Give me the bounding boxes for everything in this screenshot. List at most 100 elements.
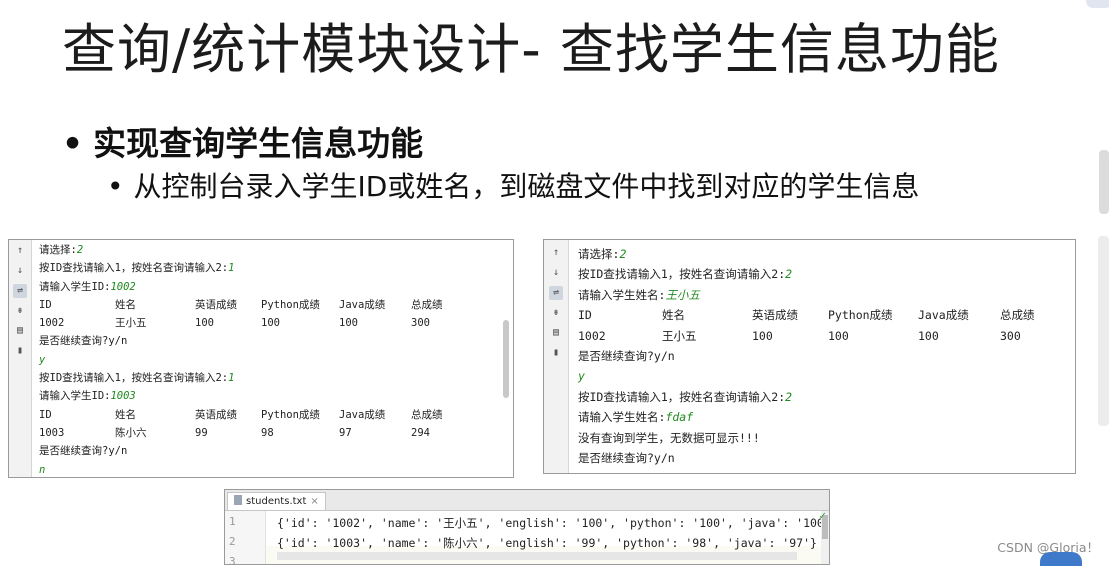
console-user-input: n — [39, 463, 46, 476]
console-table-row: 1002 王小五 100 100 100 300 — [39, 314, 461, 332]
console-table-cell: Java成绩 — [918, 308, 969, 323]
console-panel-right: ↑ ↓ ⇌ ⇟ ▤ ▮ 请选择:2 按ID查找请输入1，按姓名查询请输入2:2 请输… — [543, 239, 1076, 474]
console-table-cell: ID — [39, 408, 52, 421]
arrow-up-icon[interactable]: ↑ — [13, 244, 27, 258]
bullet-main: • 实现查询学生信息功能 — [62, 122, 423, 166]
tab-students-txt[interactable]: students.txt × — [227, 492, 326, 510]
console-table-cell: 100 — [195, 317, 214, 330]
trash-icon[interactable]: ▮ — [549, 346, 563, 360]
print-icon[interactable]: ▤ — [13, 324, 27, 338]
console-line: y — [578, 366, 1056, 386]
console-table-cell: Java成绩 — [339, 298, 386, 311]
console-table-cell: 294 — [411, 426, 430, 439]
console-table-cell: 100 — [339, 317, 358, 330]
console-line: 按ID查找请输入1，按姓名查询请输入2:1 — [39, 369, 461, 387]
console-prompt: 是否继续查询?y/n — [39, 335, 128, 348]
line-number: 3 — [229, 555, 236, 565]
arrow-down-icon[interactable]: ↓ — [13, 264, 27, 278]
bullet-sub: • 从控制台录入学生ID或姓名，到磁盘文件中找到对应的学生信息 — [107, 168, 919, 206]
file-icon — [234, 495, 242, 505]
console-prompt: 请输入学生姓名: — [578, 287, 666, 302]
arrow-up-icon[interactable]: ↑ — [549, 246, 563, 260]
console-table-cell: 1002 — [578, 328, 606, 343]
console-table-cell: 100 — [261, 317, 280, 330]
console-table-row: ID 姓名 英语成绩 Python成绩 Java成绩 总成绩 — [578, 305, 1056, 325]
console-table-cell: 姓名 — [662, 308, 685, 323]
wrap-icon[interactable]: ⇌ — [549, 286, 563, 300]
console-line: 请输入学生姓名:fdaf — [578, 407, 1056, 427]
console-table-cell: 姓名 — [115, 408, 136, 421]
scroll-end-icon[interactable]: ⇟ — [549, 306, 563, 320]
console-scrollbar[interactable] — [503, 320, 509, 398]
console-table-cell: 98 — [261, 426, 274, 439]
console-table-cell: 100 — [918, 328, 939, 343]
console-prompt: 没有查询到学生，无数据可显示!!! — [578, 430, 760, 445]
console-user-input: 1 — [228, 262, 235, 275]
console-table-cell: 总成绩 — [411, 298, 443, 311]
console-line: 请选择:2 — [578, 244, 1056, 264]
console-table-row: ID 姓名 英语成绩 Python成绩 Java成绩 总成绩 — [39, 406, 461, 424]
console-line: 没有查询到学生，无数据可显示!!! — [578, 428, 1056, 448]
console-line: 按ID查找请输入1，按姓名查询请输入2:2 — [578, 387, 1056, 407]
line-number: 2 — [229, 535, 236, 548]
console-table-cell: ID — [39, 298, 52, 311]
console-user-input: 2 — [619, 247, 627, 261]
console-table-cell: ID — [578, 308, 592, 323]
console-table-row: ID 姓名 英语成绩 Python成绩 Java成绩 总成绩 — [39, 296, 461, 314]
horizontal-scrollbar[interactable] — [277, 552, 797, 560]
console-line: n — [39, 461, 461, 479]
console-prompt: 按ID查找请输入1，按姓名查询请输入2: — [578, 267, 786, 282]
bullet-sub-text: 从控制台录入学生ID或姓名，到磁盘文件中找到对应的学生信息 — [133, 170, 920, 203]
check-icon: ✓ — [818, 511, 827, 522]
console-line: 请选择:2 — [39, 241, 461, 259]
console-line: 是否继续查询?y/n — [578, 448, 1056, 468]
console-prompt: 按ID查找请输入1，按姓名查询请输入2: — [39, 262, 229, 275]
watermark: CSDN @Gloria！ — [997, 540, 1099, 555]
arrow-down-icon[interactable]: ↓ — [549, 266, 563, 280]
console-table-cell: 姓名 — [115, 298, 136, 311]
console-line: 是否继续查询?y/n — [39, 442, 461, 460]
scroll-end-icon[interactable]: ⇟ — [13, 304, 27, 318]
line-number-gutter: 1 2 3 — [225, 511, 266, 564]
console-table-cell: 王小五 — [115, 317, 147, 330]
console-table-cell: 英语成绩 — [195, 408, 237, 421]
editor-tab-bar: students.txt × — [225, 490, 829, 511]
page-scrollbar-track[interactable] — [1098, 236, 1109, 426]
console-line: 按ID查找请输入1，按姓名查询请输入2:1 — [39, 259, 461, 277]
wrap-icon[interactable]: ⇌ — [13, 284, 27, 298]
console-prompt: 按ID查找请输入1，按姓名查询请输入2: — [39, 372, 229, 385]
corner-decoration — [1086, 0, 1109, 8]
bullet-dot-icon: • — [62, 124, 84, 163]
console-table-cell: 100 — [752, 328, 773, 343]
print-icon[interactable]: ▤ — [549, 326, 563, 340]
console-table-cell: 总成绩 — [411, 408, 443, 421]
close-icon[interactable]: × — [310, 496, 318, 507]
console-prompt: 请选择: — [39, 244, 77, 256]
console-prompt: 是否继续查询?y/n — [578, 450, 675, 465]
console-prompt: 是否继续查询?y/n — [39, 445, 128, 458]
code-line[interactable]: {'id': '1002', 'name': '王小五', 'english':… — [277, 515, 829, 531]
console-table-cell: 100 — [828, 328, 849, 343]
console-table-cell: Python成绩 — [261, 408, 320, 421]
console-table-cell: 王小五 — [662, 328, 697, 343]
console-user-input: 1 — [228, 372, 235, 385]
trash-icon[interactable]: ▮ — [13, 344, 27, 358]
console-prompt: 请输入学生ID: — [39, 280, 111, 293]
console-table-cell: 300 — [1000, 328, 1021, 343]
console-table-cell: Python成绩 — [828, 308, 893, 323]
console-user-input: 2 — [785, 267, 793, 282]
slide-title: 查询/统计模块设计- 查找学生信息功能 — [62, 18, 1000, 81]
code-line[interactable]: {'id': '1003', 'name': '陈小六', 'english':… — [277, 535, 817, 551]
bullet-dot-icon: • — [107, 170, 124, 203]
console-prompt: 请选择: — [578, 247, 620, 261]
console-output: 请选择:2 按ID查找请输入1，按姓名查询请输入2:2 请输入学生姓名:王小五 ID 姓… — [578, 244, 1056, 468]
console-panel-left: ↑ ↓ ⇌ ⇟ ▤ ▮ 请选择:2 按ID查找请输入1，按姓名查询请输入2:1 请输… — [8, 239, 514, 478]
console-user-input: 1003 — [110, 390, 136, 403]
console-table-cell: 1002 — [39, 317, 65, 330]
console-table-cell: Java成绩 — [339, 408, 386, 421]
console-table-cell: 300 — [411, 317, 430, 330]
console-prompt: 按ID查找请输入1，按姓名查询请输入2: — [578, 389, 786, 404]
tab-label: students.txt — [246, 496, 307, 507]
page-scrollbar-segment[interactable] — [1099, 150, 1109, 214]
console-table-row: 1002 王小五 100 100 100 300 — [578, 326, 1056, 346]
